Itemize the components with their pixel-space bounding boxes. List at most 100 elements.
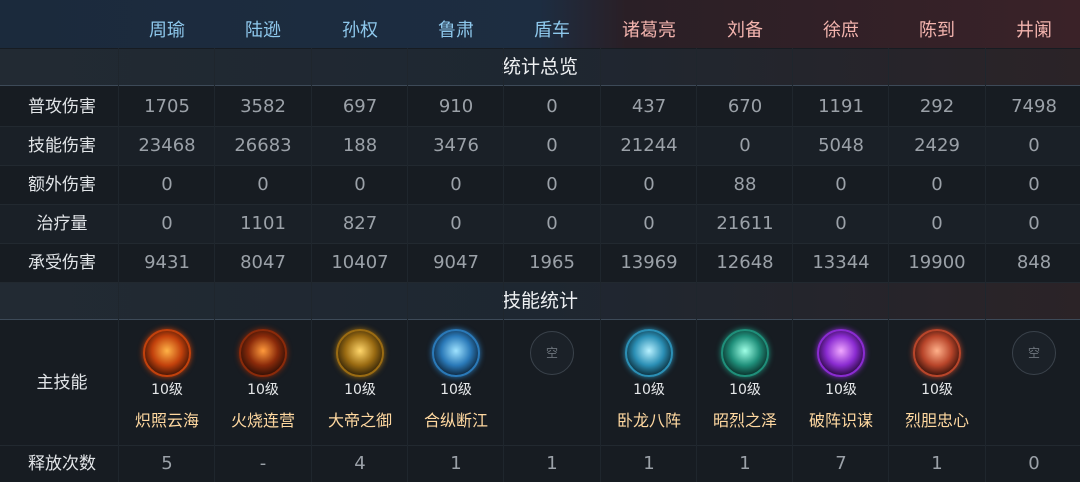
stat-value: 1705 — [144, 96, 190, 117]
row-label: 普攻伤害 — [28, 97, 96, 117]
row-label: 主技能 — [36, 373, 88, 393]
release-count-value: 1 — [546, 453, 558, 474]
stat-value: 88 — [733, 174, 757, 195]
release-count-value: 1 — [643, 453, 655, 474]
skill-cell[interactable]: 10级大帝之御 — [312, 321, 408, 445]
loyal-heart-icon[interactable] — [913, 329, 961, 377]
column-divider — [118, 48, 119, 482]
skill-cell[interactable]: 10级卧龙八阵 — [601, 321, 697, 445]
skill-level: 10级 — [729, 382, 761, 398]
stat-value: 437 — [631, 96, 667, 117]
stat-value: 0 — [450, 174, 462, 195]
skill-level: 10级 — [151, 382, 183, 398]
row-label: 治疗量 — [36, 214, 88, 234]
release-count-value: 7 — [835, 453, 847, 474]
stat-value: 1965 — [529, 252, 575, 273]
row-label: 释放次数 — [28, 454, 96, 474]
skill-cell: 空 — [504, 321, 600, 445]
release-count-value: 1 — [450, 453, 462, 474]
release-count-value: - — [259, 453, 267, 474]
stat-value: 0 — [546, 135, 558, 156]
column-divider — [792, 48, 793, 482]
skill-cell[interactable]: 10级 合纵断江 — [408, 321, 504, 445]
fire-vortex-icon[interactable] — [143, 329, 191, 377]
general-name: 周瑜 — [149, 20, 185, 41]
release-count-value: 4 — [354, 453, 366, 474]
stat-value: 7498 — [1011, 96, 1057, 117]
alliance-diamond-icon[interactable] — [432, 329, 480, 377]
skill-name: 炽照云海 — [134, 411, 199, 430]
skill-cell[interactable]: 10级 破阵识谋 — [793, 321, 889, 445]
row-label: 额外伤害 — [28, 175, 96, 195]
stat-value: 0 — [1028, 135, 1040, 156]
stat-value: 12648 — [716, 252, 774, 273]
general-name: 陆逊 — [245, 20, 281, 41]
stat-value: 0 — [546, 213, 558, 234]
zhaolie-blessing-icon[interactable] — [721, 329, 769, 377]
skill-name: 火烧连营 — [230, 411, 295, 430]
stat-value: 13344 — [812, 252, 870, 273]
row-label: 承受伤害 — [28, 253, 96, 273]
stat-value: 0 — [546, 174, 558, 195]
stat-value: 0 — [450, 213, 462, 234]
empty-slot-icon: 空 — [530, 331, 574, 375]
general-name: 盾车 — [534, 20, 570, 41]
burning-camp-icon[interactable] — [239, 329, 287, 377]
stat-row: 治疗量 0 1101 827 0 0 0 21611 0 0 0 — [0, 205, 1080, 244]
stat-value: 26683 — [234, 135, 292, 156]
general-name: 井阑 — [1016, 20, 1052, 41]
skill-name: 烈胆忠心 — [904, 411, 969, 430]
skill-name: 昭烈之泽 — [712, 411, 777, 430]
skill-name: 合纵断江 — [423, 411, 488, 430]
general-name: 鲁肃 — [438, 20, 474, 41]
general-name: 诸葛亮 — [622, 20, 676, 41]
release-count-value: 1 — [739, 453, 751, 474]
stat-value: 188 — [342, 135, 378, 156]
stat-row: 普攻伤害 1705 3582 697 910 0 437 670 1191 292 7498 — [0, 88, 1080, 127]
release-count-value: 0 — [1028, 453, 1040, 474]
stat-value: 0 — [643, 213, 655, 234]
column-divider — [696, 48, 697, 482]
stat-value: 0 — [161, 213, 173, 234]
stat-value: 0 — [835, 213, 847, 234]
column-divider — [407, 48, 408, 482]
skill-cell[interactable]: 10级火烧连营 — [215, 321, 311, 445]
skill-level: 10级 — [344, 382, 376, 398]
stat-value: 292 — [919, 96, 955, 117]
sleeping-dragon-icon[interactable] — [625, 329, 673, 377]
stat-value: 0 — [354, 174, 366, 195]
stat-value: 3582 — [240, 96, 286, 117]
stat-value: 0 — [546, 96, 558, 117]
empty-slot-icon: 空 — [1012, 331, 1056, 375]
stat-value: 8047 — [240, 252, 286, 273]
column-divider — [600, 48, 601, 482]
emperor-guard-icon[interactable] — [336, 329, 384, 377]
stat-value: 0 — [835, 174, 847, 195]
skill-level: 10级 — [247, 382, 279, 398]
insight-eye-icon[interactable] — [817, 329, 865, 377]
skill-level: 10级 — [921, 382, 953, 398]
main-skill-row: 主技能 10级 炽照云海 10级 火烧连营 10级 大帝之御 10级 合纵断江空 10级 卧龙八阵… — [0, 321, 1080, 446]
stat-value: 0 — [1028, 213, 1040, 234]
skill-name: 大帝之御 — [327, 411, 392, 430]
column-divider — [985, 48, 986, 482]
stat-value: 13969 — [620, 252, 678, 273]
general-name: 孙权 — [342, 20, 378, 41]
skill-level: 10级 — [633, 382, 665, 398]
stat-value: 0 — [931, 213, 943, 234]
stat-value: 0 — [1028, 174, 1040, 195]
stat-value: 910 — [438, 96, 474, 117]
stat-value: 0 — [161, 174, 173, 195]
stat-value: 0 — [931, 174, 943, 195]
skill-cell[interactable]: 10级炽照云海 — [119, 321, 215, 445]
general-name: 徐庶 — [823, 20, 859, 41]
stat-value: 9431 — [144, 252, 190, 273]
stat-value: 21611 — [716, 213, 774, 234]
stat-value: 1191 — [818, 96, 864, 117]
stat-value: 5048 — [818, 135, 864, 156]
stat-value: 3476 — [433, 135, 479, 156]
skill-cell[interactable]: 10级烈胆忠心 — [889, 321, 985, 445]
column-divider — [214, 48, 215, 482]
skill-cell[interactable]: 10级昭烈之泽 — [697, 321, 793, 445]
skill-name: 卧龙八阵 — [616, 411, 681, 430]
